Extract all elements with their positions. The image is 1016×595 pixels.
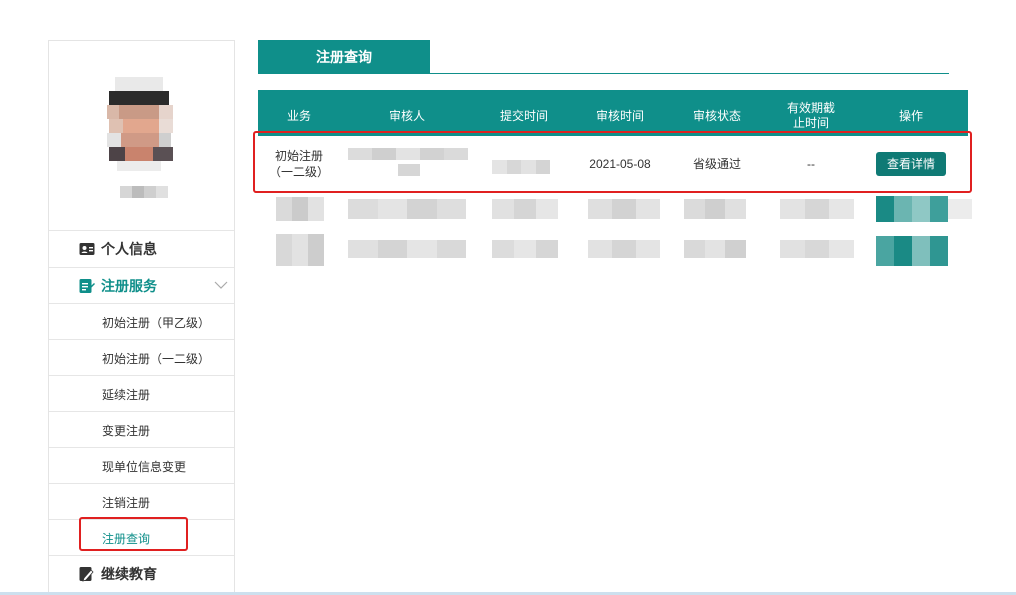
table-header: 业务 审核人 提交时间 审核时间 审核状态 有效期截止时间 操作 [258, 90, 968, 136]
col-review-status: 审核状态 [692, 108, 741, 123]
tab-registration-query[interactable]: 注册查询 [258, 40, 430, 74]
chevron-down-icon[interactable] [214, 280, 228, 290]
pencil-doc-icon [79, 566, 95, 582]
submenu-initial-12[interactable]: 初始注册（一二级） [49, 340, 234, 376]
col-submit-time: 提交时间 [499, 108, 548, 123]
sidebar: 个人信息 注册服务 初始注册（甲乙级） 初始注册（一二级） 延续注册 变更注册 … [48, 40, 235, 595]
col-reviewer: 审核人 [388, 108, 425, 123]
submenu-renewal[interactable]: 延续注册 [49, 376, 234, 412]
col-business: 业务 [286, 108, 311, 123]
avatar [97, 77, 181, 173]
submenu-unit-change[interactable]: 现单位信息变更 [49, 448, 234, 484]
submenu-change[interactable]: 变更注册 [49, 412, 234, 448]
menu-personal-info[interactable]: 个人信息 [49, 231, 234, 267]
id-card-icon [79, 241, 95, 257]
highlight-box-row [253, 131, 972, 193]
edit-doc-icon [79, 278, 95, 294]
col-action: 操作 [898, 108, 923, 123]
highlight-box-query [79, 517, 188, 551]
username-blurred [120, 186, 168, 198]
col-review-time: 审核时间 [595, 108, 644, 123]
submenu-initial-ab[interactable]: 初始注册（甲乙级） [49, 304, 234, 340]
col-expiry: 有效期截止时间 [786, 101, 835, 130]
tab-underline [258, 73, 949, 74]
submenu-cancel[interactable]: 注销注册 [49, 484, 234, 520]
menu-continuing-education[interactable]: 继续教育 [49, 556, 234, 592]
menu-registration-service[interactable]: 注册服务 [49, 268, 234, 304]
